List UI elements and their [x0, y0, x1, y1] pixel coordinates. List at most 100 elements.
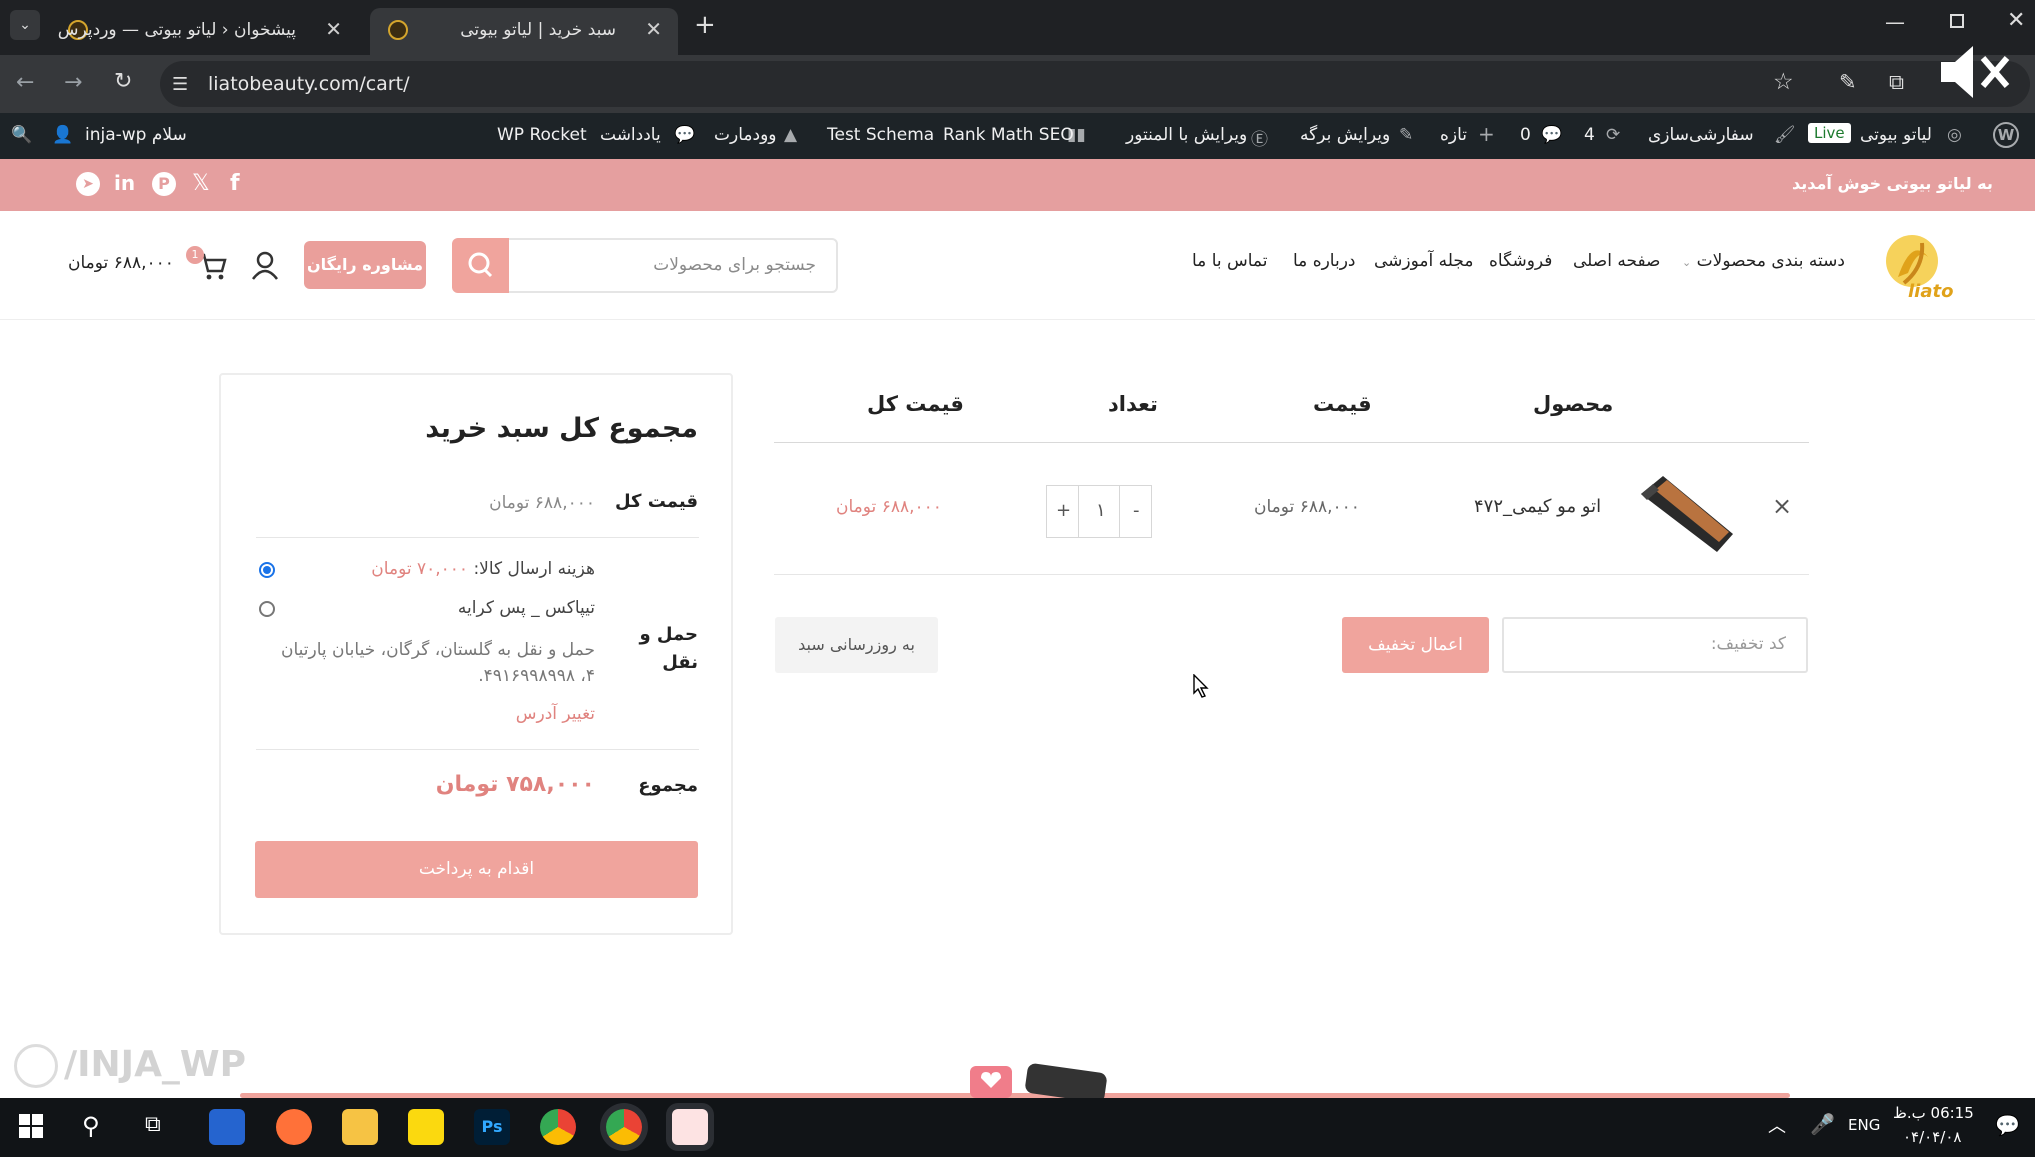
photoshop-icon[interactable]: Ps	[474, 1109, 510, 1145]
firefox-icon[interactable]	[276, 1109, 312, 1145]
radio-selected-dot	[263, 566, 271, 574]
task-view-icon[interactable]: ⧉	[145, 1112, 161, 1137]
file-explorer-icon[interactable]	[342, 1109, 378, 1145]
tray-chevron-icon[interactable]: ︿	[1768, 1112, 1786, 1138]
taskbar-date[interactable]: ۰۴/۰۴/۰۸	[1903, 1128, 1961, 1146]
search-button[interactable]	[452, 238, 509, 293]
nav-item-about[interactable]: درباره ما	[1293, 251, 1356, 271]
site-info-icon[interactable]: ☰	[172, 74, 188, 95]
site-logo[interactable]: liato	[1878, 227, 1953, 305]
header-cart-total[interactable]: ۶۸۸,۰۰۰ تومان	[68, 253, 174, 273]
nav-item-contact[interactable]: تماس با ما	[1192, 251, 1268, 271]
back-icon[interactable]: ←	[16, 70, 34, 95]
quantity-stepper: + ۱ -	[1046, 485, 1152, 538]
nav-item-shop[interactable]: فروشگاه	[1489, 251, 1552, 271]
cart-item-name[interactable]: اتو مو کیمی_۴۷۲	[1474, 496, 1601, 517]
qty-minus-button[interactable]: -	[1133, 500, 1140, 521]
chrome-profile-icon[interactable]	[606, 1109, 642, 1145]
shipping-option-flat[interactable]: هزینه ارسال کالا: ۷۰,۰۰۰ تومان	[371, 559, 595, 579]
taskbar-time[interactable]: 06:15 ب.ظ	[1893, 1104, 1974, 1122]
remove-item-icon[interactable]: ×	[1772, 492, 1792, 520]
wordpress-logo-icon[interactable]: W	[1993, 122, 2019, 148]
eyedropper-icon[interactable]: ✎	[1839, 70, 1857, 94]
product-thumbnail[interactable]	[1633, 466, 1743, 560]
omnibox[interactable]	[160, 61, 2030, 107]
wp-edit-elementor[interactable]: ویرایش با المنتور	[1126, 125, 1247, 145]
notifications-icon[interactable]: 💬	[1995, 1113, 2020, 1137]
comments-icon: 💬	[1541, 125, 1563, 145]
elementor-icon: Ⓔ	[1251, 130, 1268, 150]
updates-icon: ⟳	[1606, 125, 1621, 145]
tab-search-button[interactable]: ⌄	[10, 10, 40, 40]
reload-icon[interactable]: ↻	[114, 69, 132, 94]
wp-rocket[interactable]: WP Rocket	[497, 125, 587, 145]
bookmark-star-icon[interactable]: ☆	[1773, 69, 1794, 95]
shipping-radio-tipax[interactable]	[259, 601, 275, 617]
wp-edit-page[interactable]: ویرایش برگه	[1300, 125, 1390, 145]
windows-start-icon[interactable]	[19, 1114, 43, 1138]
todo-app-icon[interactable]	[209, 1109, 245, 1145]
wp-greeting[interactable]: سلام inja-wp	[85, 125, 187, 145]
search-icon	[468, 252, 493, 278]
update-cart-button[interactable]: به روزرسانی سبد	[775, 617, 938, 673]
x-twitter-icon[interactable]: 𝕏	[192, 171, 210, 196]
wp-test-schema[interactable]: Test Schema	[827, 125, 934, 145]
close-tab-icon[interactable]: ✕	[645, 17, 662, 41]
wp-comments-count[interactable]: 0	[1520, 125, 1531, 145]
cart-item-price: ۶۸۸,۰۰۰ تومان	[1254, 497, 1360, 517]
restore-button[interactable]	[1950, 14, 1964, 28]
live-badge[interactable]: Live	[1808, 123, 1851, 143]
user-account-icon[interactable]	[250, 250, 280, 280]
wp-woodmart[interactable]: وودمارت	[714, 125, 777, 145]
watermark-text: /INJA_WP	[64, 1044, 247, 1085]
nav-item-home[interactable]: صفحه اصلی	[1573, 251, 1660, 271]
recorder-app-icon[interactable]	[672, 1109, 708, 1145]
apply-coupon-button[interactable]: اعمال تخفیف	[1342, 617, 1489, 673]
url-text[interactable]: liatobeauty.com/cart/	[208, 73, 409, 95]
nav-item-categories[interactable]: دسته بندی محصولات ⌄	[1682, 251, 1845, 271]
subtotal-label: قیمت کل	[614, 491, 698, 512]
close-window-button[interactable]: ✕	[2007, 8, 2025, 33]
wp-new[interactable]: تازه	[1440, 125, 1467, 145]
brush-icon: 🖌	[1774, 125, 1796, 145]
facebook-icon[interactable]: f	[230, 171, 240, 196]
new-tab-button[interactable]: +	[694, 10, 716, 40]
shipping-radio-flat[interactable]	[259, 562, 275, 578]
microphone-icon[interactable]: 🎤	[1810, 1112, 1835, 1136]
linkedin-icon[interactable]: in	[114, 171, 135, 195]
wp-updates-count[interactable]: 4	[1584, 125, 1595, 145]
change-address-link[interactable]: تغییر آدرس	[516, 704, 595, 724]
wp-rank-math[interactable]: Rank Math SEO	[943, 125, 1074, 145]
qty-value[interactable]: ۱	[1096, 500, 1106, 521]
qty-plus-button[interactable]: +	[1056, 500, 1071, 521]
forward-icon[interactable]: →	[64, 70, 82, 95]
search-icon[interactable]: 🔍	[11, 125, 32, 145]
pinterest-icon[interactable]: P	[152, 172, 176, 196]
browser-tab-cart[interactable]: سبد خرید | لیاتو بیوتی ✕	[370, 8, 678, 55]
close-tab-icon[interactable]: ✕	[325, 17, 342, 41]
minimize-button[interactable]: —	[1885, 10, 1905, 34]
search-input[interactable]: جستجو برای محصولات	[454, 238, 838, 293]
woodmart-icon: ▲	[784, 125, 798, 145]
language-indicator[interactable]: ENG	[1848, 1116, 1880, 1134]
col-header-product: محصول	[1533, 392, 1614, 416]
col-header-quantity: تعداد	[1108, 392, 1158, 416]
wp-site-name[interactable]: لیاتو بیوتی	[1860, 125, 1932, 145]
telegram-icon[interactable]: ➤	[76, 172, 100, 196]
chrome-icon[interactable]	[540, 1109, 576, 1145]
coupon-input[interactable]: کد تخفیف:	[1502, 617, 1808, 673]
browser-tab-dashboard[interactable]: پیشخوان ‹ لیاتو بیوتی — وردپرس ✕	[50, 8, 358, 55]
consult-button[interactable]: مشاوره رایگان	[304, 241, 426, 289]
logo-text: liato	[1908, 281, 1954, 302]
site-dashboard-icon: ◎	[1947, 125, 1962, 145]
order-total-value: ۷۵۸,۰۰۰ تومان	[435, 772, 595, 797]
wp-customize[interactable]: سفارشی‌سازی	[1648, 125, 1754, 145]
sticky-notes-icon[interactable]	[408, 1109, 444, 1145]
shipping-option-tipax[interactable]: تیپاکس _ پس کرایه	[458, 598, 595, 618]
taskbar-search-icon[interactable]: ⚲	[82, 1112, 100, 1140]
notes-icon: 💬	[674, 125, 696, 145]
extensions-icon[interactable]: ⧉	[1889, 70, 1904, 95]
checkout-button[interactable]: اقدام به پرداخت	[255, 841, 698, 898]
wp-notes[interactable]: یادداشت	[600, 125, 661, 145]
nav-item-magazine[interactable]: مجله آموزشی	[1374, 251, 1473, 271]
